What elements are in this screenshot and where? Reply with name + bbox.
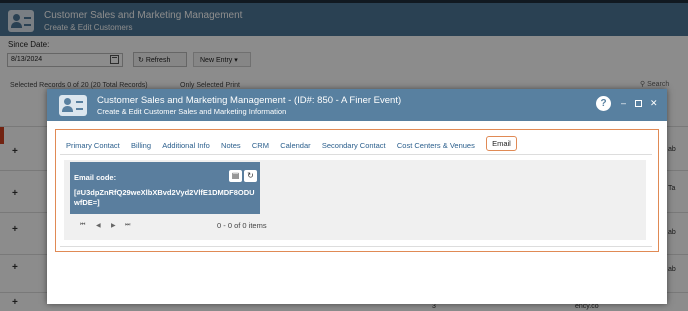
- tab-billing[interactable]: Billing: [131, 141, 151, 150]
- pager-info: 0 - 0 of 0 items: [217, 221, 267, 230]
- last-page-icon[interactable]: ⏭: [125, 222, 130, 229]
- tab-calendar[interactable]: Calendar: [280, 141, 310, 150]
- modal-header: Customer Sales and Marketing Management …: [47, 89, 667, 121]
- email-tab-panel: Email code: ▤ ↻ [#U3dpZnRfQ29weXlbXBvd2V…: [64, 160, 646, 240]
- next-page-icon[interactable]: ▶: [111, 222, 116, 229]
- minimize-icon[interactable]: –: [621, 98, 626, 108]
- prev-page-icon[interactable]: ◀: [96, 222, 101, 229]
- help-icon[interactable]: ?: [596, 96, 611, 111]
- tab-secondary-contact[interactable]: Secondary Contact: [322, 141, 386, 150]
- tab-strip: Primary Contact Billing Additional Info …: [66, 136, 526, 152]
- first-page-icon[interactable]: ⏮: [80, 222, 85, 229]
- panel-divider: [60, 246, 652, 247]
- modal-title: Customer Sales and Marketing Management …: [97, 95, 402, 106]
- tab-email[interactable]: Email: [486, 136, 517, 151]
- close-icon[interactable]: ✕: [650, 98, 658, 108]
- tab-divider: [60, 154, 652, 155]
- pager: ⏮ ◀ ▶ ⏭ 0 - 0 of 0 items: [72, 221, 268, 233]
- email-code-label: Email code:: [74, 173, 117, 182]
- tab-cost-centers-venues[interactable]: Cost Centers & Venues: [397, 141, 475, 150]
- tab-crm[interactable]: CRM: [252, 141, 269, 150]
- contact-card-icon: [59, 95, 87, 116]
- tab-primary-contact[interactable]: Primary Contact: [66, 141, 120, 150]
- refresh-icon[interactable]: ↻: [244, 170, 257, 182]
- tab-notes[interactable]: Notes: [221, 141, 241, 150]
- copy-icon[interactable]: ▤: [229, 170, 242, 182]
- tab-container: Primary Contact Billing Additional Info …: [55, 129, 659, 252]
- maximize-icon[interactable]: [635, 100, 642, 107]
- modal-subtitle: Create & Edit Customer Sales and Marketi…: [97, 107, 287, 116]
- email-code-value: [#U3dpZnRfQ29weXlbXBvd2Vyd2VlfE1DMDF8ODU…: [74, 188, 255, 207]
- tab-additional-info[interactable]: Additional Info: [162, 141, 210, 150]
- customer-modal: Customer Sales and Marketing Management …: [47, 89, 667, 304]
- email-code-card: Email code: ▤ ↻ [#U3dpZnRfQ29weXlbXBvd2V…: [70, 162, 260, 214]
